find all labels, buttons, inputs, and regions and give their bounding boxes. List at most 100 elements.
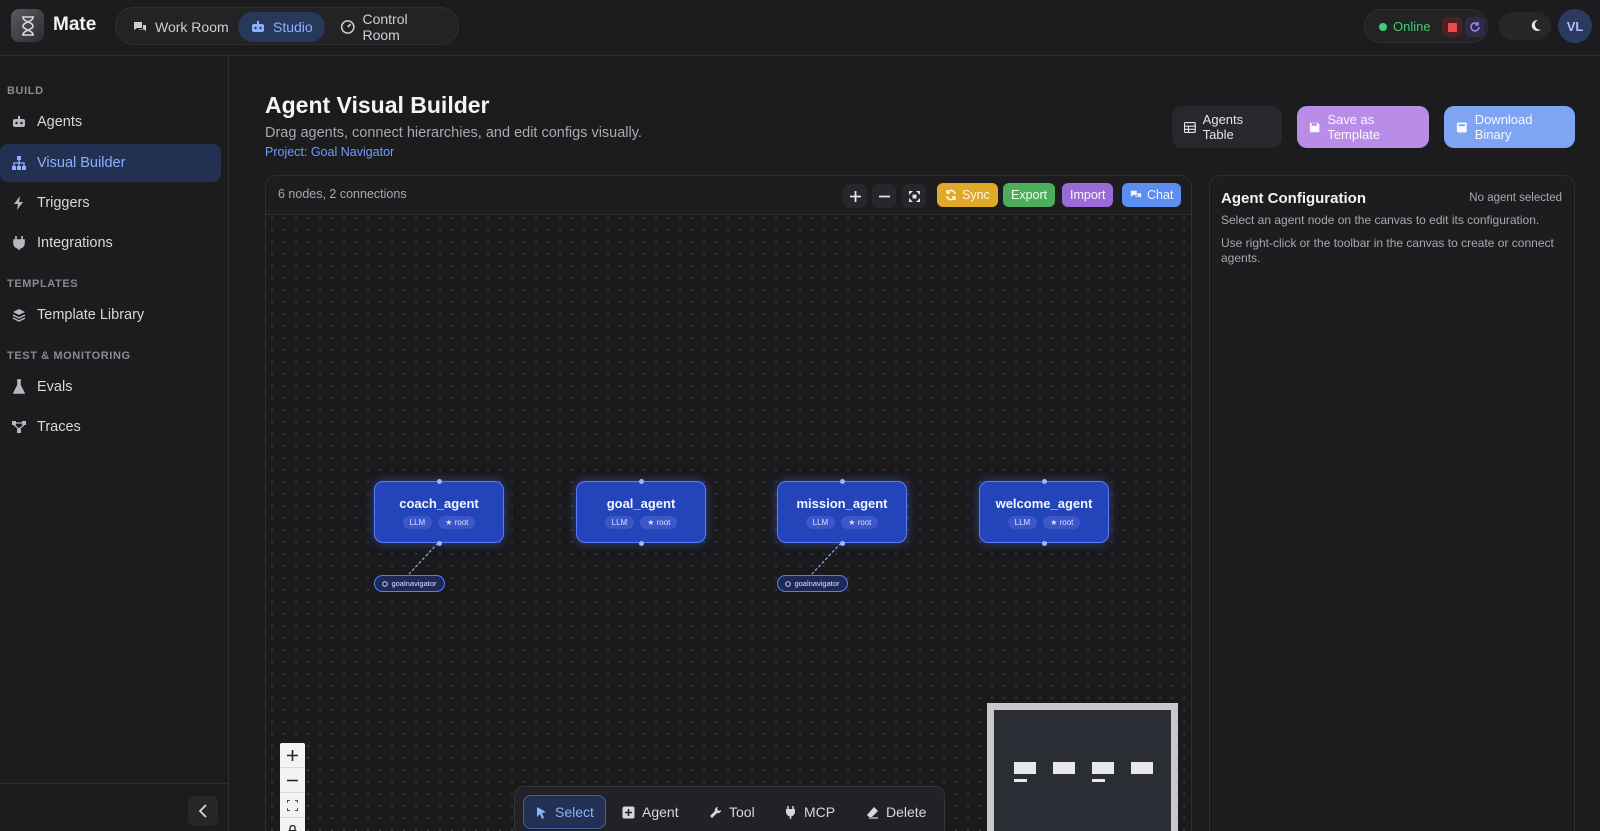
tool-circle-icon <box>382 580 389 587</box>
minimap-node <box>1014 762 1036 774</box>
sidebar-divider <box>0 783 229 784</box>
canvas-zoom-controls <box>280 743 305 831</box>
canvas-zoom-out-button[interactable] <box>280 768 305 793</box>
user-avatar[interactable]: VL <box>1558 9 1592 43</box>
stop-icon <box>1447 22 1457 32</box>
nav-label: Studio <box>273 19 313 35</box>
app-logo[interactable] <box>11 9 44 42</box>
sidebar-item-triggers[interactable]: Triggers <box>0 184 221 222</box>
output-port[interactable] <box>437 541 442 546</box>
root-badge: ★ root <box>841 516 879 529</box>
canvas-fit-view-button[interactable] <box>280 793 305 818</box>
sidebar-item-agents[interactable]: Agents <box>0 103 221 141</box>
agents-table-button[interactable]: Agents Table <box>1172 106 1282 148</box>
collapse-sidebar-button[interactable] <box>188 796 218 826</box>
agent-node-welcome[interactable]: welcome_agent LLM ★ root <box>979 479 1109 546</box>
output-port[interactable] <box>840 541 845 546</box>
output-port[interactable] <box>639 541 644 546</box>
sidebar-item-evals[interactable]: Evals <box>0 368 221 406</box>
nav-label: Work Room <box>155 19 229 35</box>
tool-circle-icon <box>785 580 792 587</box>
input-port[interactable] <box>639 479 644 484</box>
button-label: Save as Template <box>1327 112 1381 142</box>
agent-node-tags: LLM ★ root <box>375 516 503 529</box>
status-dot <box>1379 23 1387 31</box>
theme-toggle[interactable] <box>1499 12 1551 40</box>
stop-button[interactable] <box>1442 17 1462 37</box>
chat-icon <box>134 22 146 31</box>
agent-node-coach[interactable]: coach_agent LLM ★ root <box>374 479 504 546</box>
minus-icon <box>287 779 298 781</box>
moon-icon <box>1531 19 1541 31</box>
save-as-template-button[interactable]: Save as Template <box>1297 106 1429 148</box>
sidebar-item-label: Integrations <box>37 235 113 251</box>
button-label: MCP <box>804 804 836 820</box>
sidebar-item-label: Triggers <box>37 195 90 211</box>
button-label: Select <box>555 804 594 820</box>
tool-chip-coach[interactable]: goalnavigator <box>374 575 445 592</box>
lock-icon <box>288 825 297 831</box>
button-label: Agents Table <box>1202 112 1244 142</box>
root-badge: ★ root <box>438 516 476 529</box>
minimap-node <box>1053 762 1075 774</box>
canvas-minimap[interactable] <box>987 703 1178 831</box>
visual-canvas[interactable]: 6 nodes, 2 connections Sync Export Impor… <box>265 175 1192 831</box>
main-nav: Work Room Studio Control Room <box>115 7 459 45</box>
agent-node-goal[interactable]: goal_agent LLM ★ root <box>576 479 706 546</box>
restart-button[interactable] <box>1465 17 1485 37</box>
connection-mission-tool <box>811 542 842 575</box>
button-label: Agent <box>642 804 679 820</box>
robot-icon <box>252 21 264 32</box>
project-link[interactable]: Project: Goal Navigator <box>265 145 394 159</box>
sidebar-item-label: Visual Builder <box>37 155 126 171</box>
section-build: BUILD <box>7 85 44 97</box>
add-mcp-button[interactable]: MCP <box>773 795 846 829</box>
agent-config-panel: Agent Configuration No agent selected Se… <box>1209 175 1575 831</box>
connection-coach-tool <box>408 542 439 575</box>
delete-button[interactable]: Delete <box>855 795 937 829</box>
config-title: Agent Configuration <box>1221 190 1366 207</box>
input-port[interactable] <box>840 479 845 484</box>
sidebar-item-visual-builder[interactable]: Visual Builder <box>0 144 221 182</box>
sidebar-item-label: Traces <box>37 419 81 435</box>
agent-node-mission[interactable]: mission_agent LLM ★ root <box>777 479 907 546</box>
agent-node-tags: LLM ★ root <box>778 516 906 529</box>
tool-chip-mission[interactable]: goalnavigator <box>777 575 848 592</box>
minimap-tool <box>1092 779 1105 782</box>
nav-studio[interactable]: Studio <box>238 12 325 42</box>
eraser-icon <box>867 806 878 819</box>
disk-icon <box>1456 122 1467 132</box>
plus-icon <box>287 749 298 761</box>
agent-type-tag: LLM <box>604 516 635 529</box>
agent-type-tag: LLM <box>1007 516 1038 529</box>
add-agent-button[interactable]: Agent <box>611 795 690 829</box>
nav-control-room[interactable]: Control Room <box>328 11 458 43</box>
cursor-icon <box>537 806 546 819</box>
add-tool-button[interactable]: Tool <box>698 795 766 829</box>
nav-work-room[interactable]: Work Room <box>120 12 241 42</box>
sidebar-item-traces[interactable]: Traces <box>0 408 221 446</box>
layers-icon <box>12 309 26 322</box>
canvas-lock-button[interactable] <box>280 818 305 831</box>
output-port[interactable] <box>1042 541 1047 546</box>
download-binary-button[interactable]: Download Binary <box>1444 106 1575 148</box>
input-port[interactable] <box>1042 479 1047 484</box>
table-icon <box>1184 121 1196 133</box>
agent-node-tags: LLM ★ root <box>577 516 705 529</box>
agent-node-name: coach_agent <box>399 496 479 511</box>
root-badge: ★ root <box>1043 516 1081 529</box>
canvas-zoom-in-button[interactable] <box>280 743 305 768</box>
brand-name: Mate <box>53 14 97 35</box>
page-title: Agent Visual Builder <box>265 92 490 118</box>
input-port[interactable] <box>437 479 442 484</box>
plug-icon <box>13 236 25 250</box>
minimap-viewport <box>994 710 1171 831</box>
robot-icon <box>13 116 25 127</box>
sidebar-item-template-library[interactable]: Template Library <box>0 296 221 334</box>
save-icon <box>1309 122 1320 132</box>
hourglass-icon <box>21 15 34 36</box>
agent-node-name: welcome_agent <box>995 496 1093 511</box>
select-tool-button[interactable]: Select <box>523 795 606 829</box>
minimap-node <box>1131 762 1153 774</box>
sidebar-item-integrations[interactable]: Integrations <box>0 224 221 262</box>
